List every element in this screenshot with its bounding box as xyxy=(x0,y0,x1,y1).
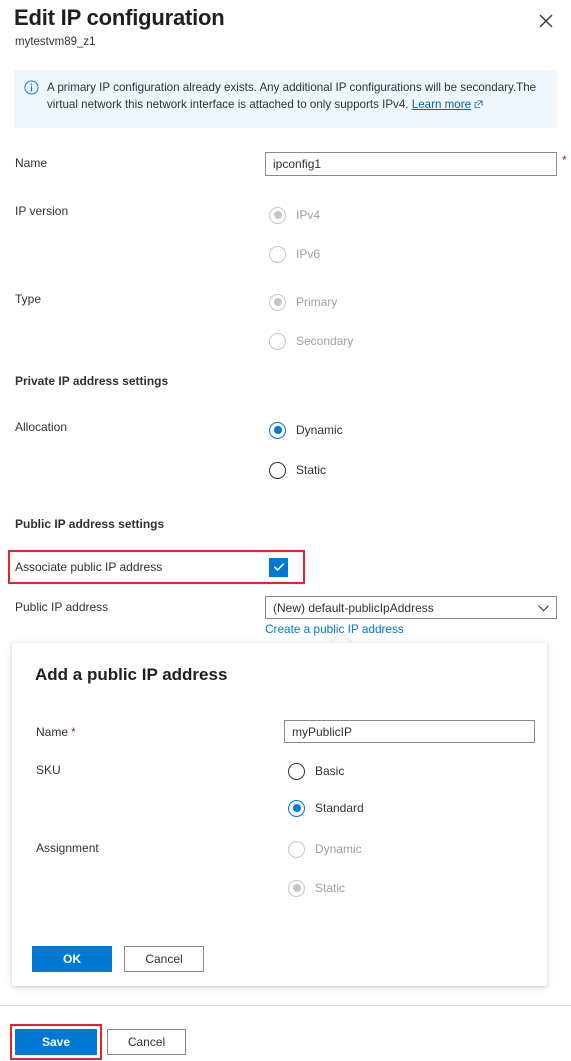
callout-sku-label: SKU xyxy=(36,763,61,777)
checkmark-icon xyxy=(273,563,284,571)
radio-label-ipv4: IPv4 xyxy=(296,208,321,222)
public-ip-section-heading: Public IP address settings xyxy=(15,517,165,531)
footer-divider xyxy=(0,1005,571,1006)
radio-sku-standard[interactable]: Standard xyxy=(288,798,364,818)
callout-cancel-button[interactable]: Cancel xyxy=(124,946,204,972)
private-ip-section-heading: Private IP address settings xyxy=(15,374,169,388)
add-public-ip-callout: Add a public IP address Name* SKU Basic … xyxy=(12,643,547,986)
radio-sku-basic[interactable]: Basic xyxy=(288,761,344,781)
field-row-public-ip-address: Public IP address (New) default-publicIp… xyxy=(0,596,571,636)
radio-label-sku-basic: Basic xyxy=(315,764,345,778)
external-link-icon xyxy=(474,97,483,114)
type-label: Type xyxy=(15,292,42,306)
radio-label-dynamic-allocation: Dynamic xyxy=(296,423,343,437)
callout-name-input[interactable] xyxy=(284,720,535,743)
info-banner-text: A primary IP configuration already exist… xyxy=(47,79,547,114)
radio-mark-sku-standard xyxy=(288,799,305,817)
radio-label-ipv6: IPv6 xyxy=(296,247,321,261)
learn-more-link[interactable]: Learn more xyxy=(412,98,471,111)
info-circle-icon xyxy=(24,80,39,95)
radio-mark-sku-basic xyxy=(288,762,305,780)
associate-public-ip-label: Associate public IP address xyxy=(15,560,163,574)
radio-mark-ipv6 xyxy=(269,245,286,263)
radio-label-primary: Primary xyxy=(296,295,338,309)
radio-mark-ipv4 xyxy=(269,206,286,224)
field-row-ip-version: IP version IPv4 IPv6 xyxy=(0,200,571,280)
chevron-down-icon xyxy=(538,601,549,615)
learn-more-label: Learn more xyxy=(411,98,472,111)
field-row-allocation: Allocation Dynamic Static xyxy=(0,416,571,496)
name-required-marker: * xyxy=(562,153,567,167)
radio-label-static-allocation: Static xyxy=(296,463,327,477)
public-ip-address-label: Public IP address xyxy=(15,600,109,614)
info-banner: A primary IP configuration already exist… xyxy=(14,70,557,128)
callout-name-required-marker: * xyxy=(71,725,76,739)
radio-label-sku-standard: Standard xyxy=(315,801,364,815)
callout-assignment-label: Assignment xyxy=(36,841,99,855)
page-title: Edit IP configuration xyxy=(14,5,225,30)
field-row-name: Name * xyxy=(0,152,571,180)
name-label: Name xyxy=(15,156,48,170)
allocation-label: Allocation xyxy=(15,420,68,434)
ip-version-label: IP version xyxy=(15,204,69,218)
radio-primary[interactable]: Primary xyxy=(269,292,337,312)
radio-assignment-dynamic[interactable]: Dynamic xyxy=(288,839,362,859)
callout-title: Add a public IP address xyxy=(35,665,228,684)
radio-mark-static-allocation xyxy=(269,461,286,479)
radio-mark-primary xyxy=(269,293,286,311)
callout-ok-button[interactable]: OK xyxy=(32,946,112,972)
radio-dynamic-allocation[interactable]: Dynamic xyxy=(269,420,343,440)
radio-ipv6[interactable]: IPv6 xyxy=(269,244,320,264)
save-button[interactable]: Save xyxy=(15,1029,97,1055)
footer-cancel-button[interactable]: Cancel xyxy=(107,1029,186,1055)
associate-public-ip-checkbox-row[interactable]: Associate public IP address xyxy=(15,557,298,577)
radio-ipv4[interactable]: IPv4 xyxy=(269,205,320,225)
field-row-type: Type Primary Secondary xyxy=(0,288,571,368)
radio-label-assignment-dynamic: Dynamic xyxy=(315,842,362,856)
radio-mark-secondary xyxy=(269,332,286,350)
blade-header: Edit IP configuration mytestvm89_z1 xyxy=(0,0,571,62)
public-ip-address-select[interactable]: (New) default-publicIpAddress xyxy=(265,596,557,619)
radio-label-assignment-static: Static xyxy=(315,881,346,895)
radio-mark-assignment-dynamic xyxy=(288,840,305,858)
radio-assignment-static[interactable]: Static xyxy=(288,878,345,898)
radio-mark-dynamic-allocation xyxy=(269,421,286,439)
associate-public-ip-checkbox[interactable] xyxy=(269,557,288,577)
callout-name-label-text: Name xyxy=(36,725,69,739)
name-input[interactable] xyxy=(265,152,557,176)
page-subtitle: mytestvm89_z1 xyxy=(15,36,96,48)
callout-name-label: Name * xyxy=(36,725,76,739)
radio-mark-assignment-static xyxy=(288,879,305,897)
radio-label-secondary: Secondary xyxy=(296,334,354,348)
radio-secondary[interactable]: Secondary xyxy=(269,331,353,351)
radio-static-allocation[interactable]: Static xyxy=(269,460,326,480)
public-ip-address-selected-value: (New) default-publicIpAddress xyxy=(273,600,434,615)
close-icon[interactable] xyxy=(533,8,559,34)
